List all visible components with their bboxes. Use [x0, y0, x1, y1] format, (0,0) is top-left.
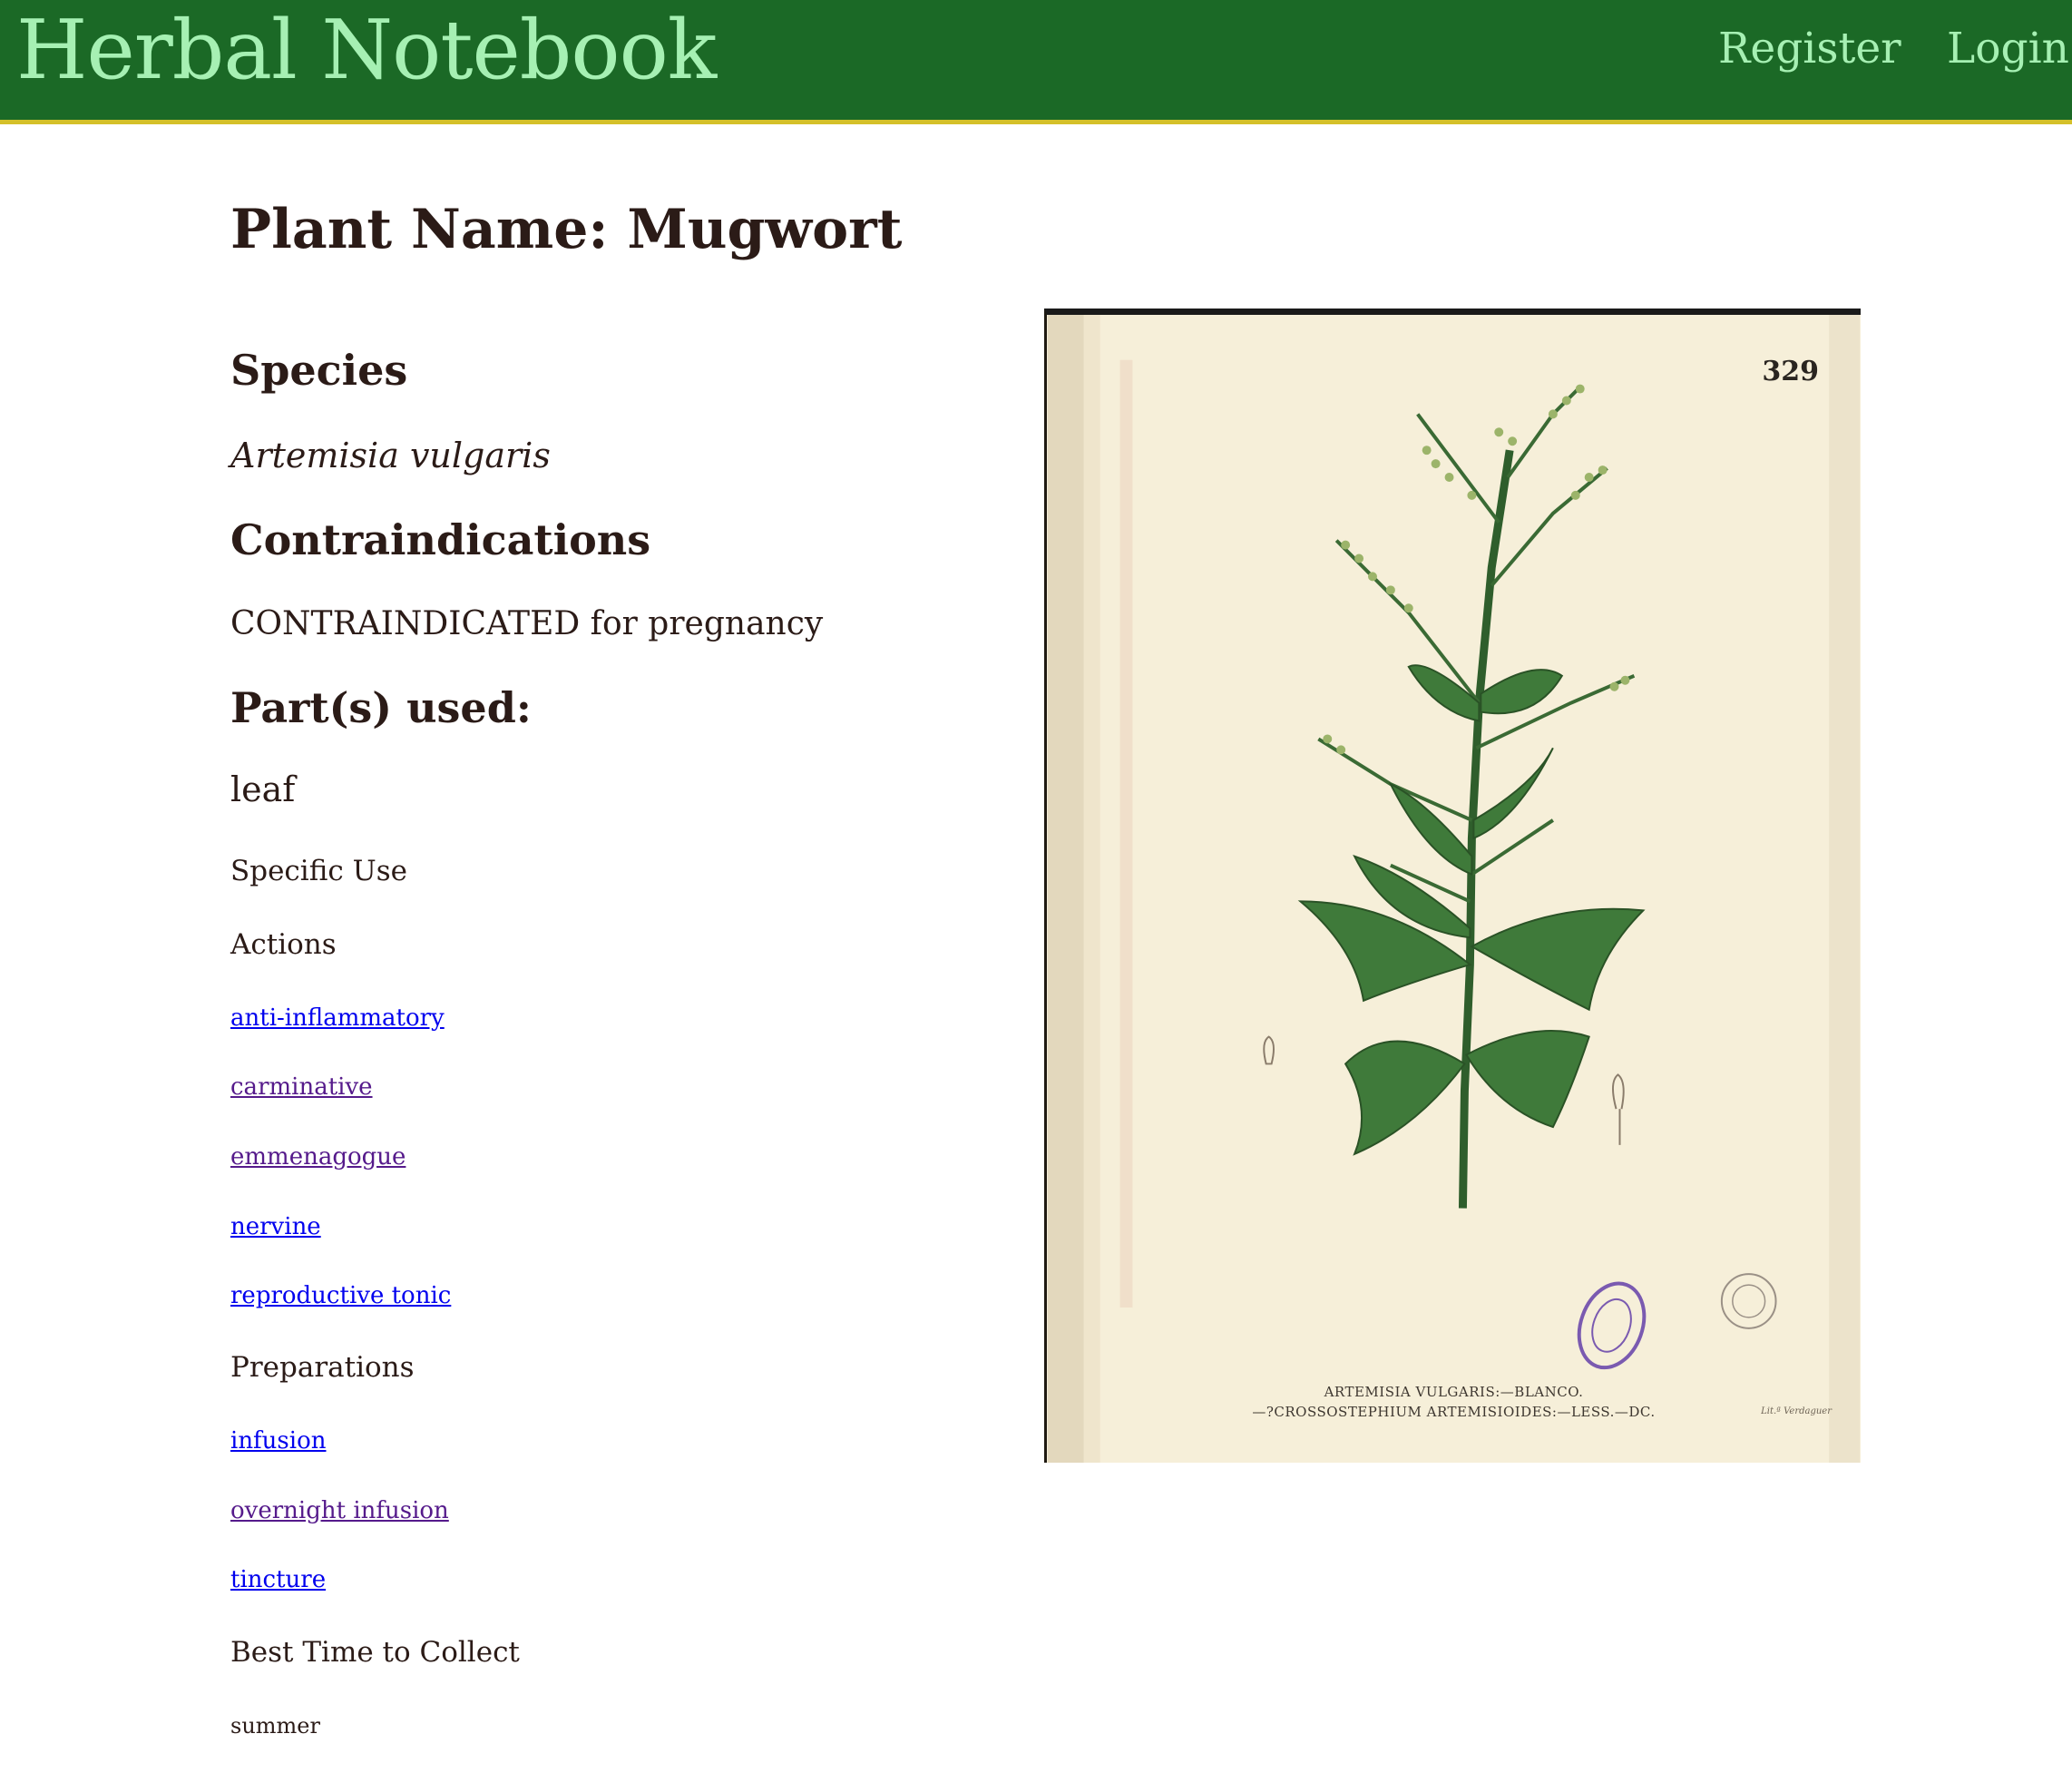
preparation-link-overnight-infusion[interactable]: overnight infusion: [230, 1493, 449, 1529]
parts-used-value: leaf: [230, 769, 296, 809]
action-link-carminative[interactable]: carminative: [230, 1069, 373, 1105]
parts-used-heading: Part(s) used:: [230, 683, 532, 732]
plate-credit: Lit.ª Verdaguer: [1761, 1406, 1832, 1416]
preparation-link-infusion[interactable]: infusion: [230, 1423, 327, 1459]
botanical-plate-image: 329 ARTEMISIA VULGARIS:—BLANCO. —?CROSSO…: [1044, 309, 1861, 1463]
register-link[interactable]: Register: [1718, 22, 1901, 76]
plate-caption-2: —?CROSSOSTEPHIUM ARTEMISIOIDES:—LESS.—DC…: [1252, 1404, 1656, 1420]
specific-use-heading: Specific Use: [230, 855, 407, 887]
species-heading: Species: [230, 346, 408, 395]
plate-illustration: [1047, 315, 1861, 1463]
preparations-heading: Preparations: [230, 1351, 415, 1384]
plate-caption-1: ARTEMISIA VULGARIS:—BLANCO.: [1324, 1384, 1584, 1400]
action-link-anti-inflammatory[interactable]: anti-inflammatory: [230, 1000, 445, 1036]
action-link-emmenagogue[interactable]: emmenagogue: [230, 1139, 406, 1175]
contraindications-value: CONTRAINDICATED for pregnancy: [230, 605, 824, 642]
contraindications-heading: Contraindications: [230, 515, 651, 564]
species-value: Artemisia vulgaris: [230, 436, 551, 475]
best-time-value: summer: [230, 1713, 320, 1739]
top-navbar: Herbal Notebook Register Login: [0, 0, 2072, 124]
action-link-reproductive-tonic[interactable]: reproductive tonic: [230, 1278, 451, 1314]
best-time-heading: Best Time to Collect: [230, 1636, 520, 1669]
action-link-nervine[interactable]: nervine: [230, 1209, 321, 1245]
brand-link[interactable]: Herbal Notebook: [16, 0, 717, 102]
page-title: Plant Name: Mugwort: [230, 198, 903, 261]
actions-heading: Actions: [230, 928, 337, 961]
plate-number: 329: [1762, 356, 1819, 387]
preparation-link-tincture[interactable]: tincture: [230, 1562, 326, 1598]
login-link[interactable]: Login: [1947, 22, 2069, 76]
